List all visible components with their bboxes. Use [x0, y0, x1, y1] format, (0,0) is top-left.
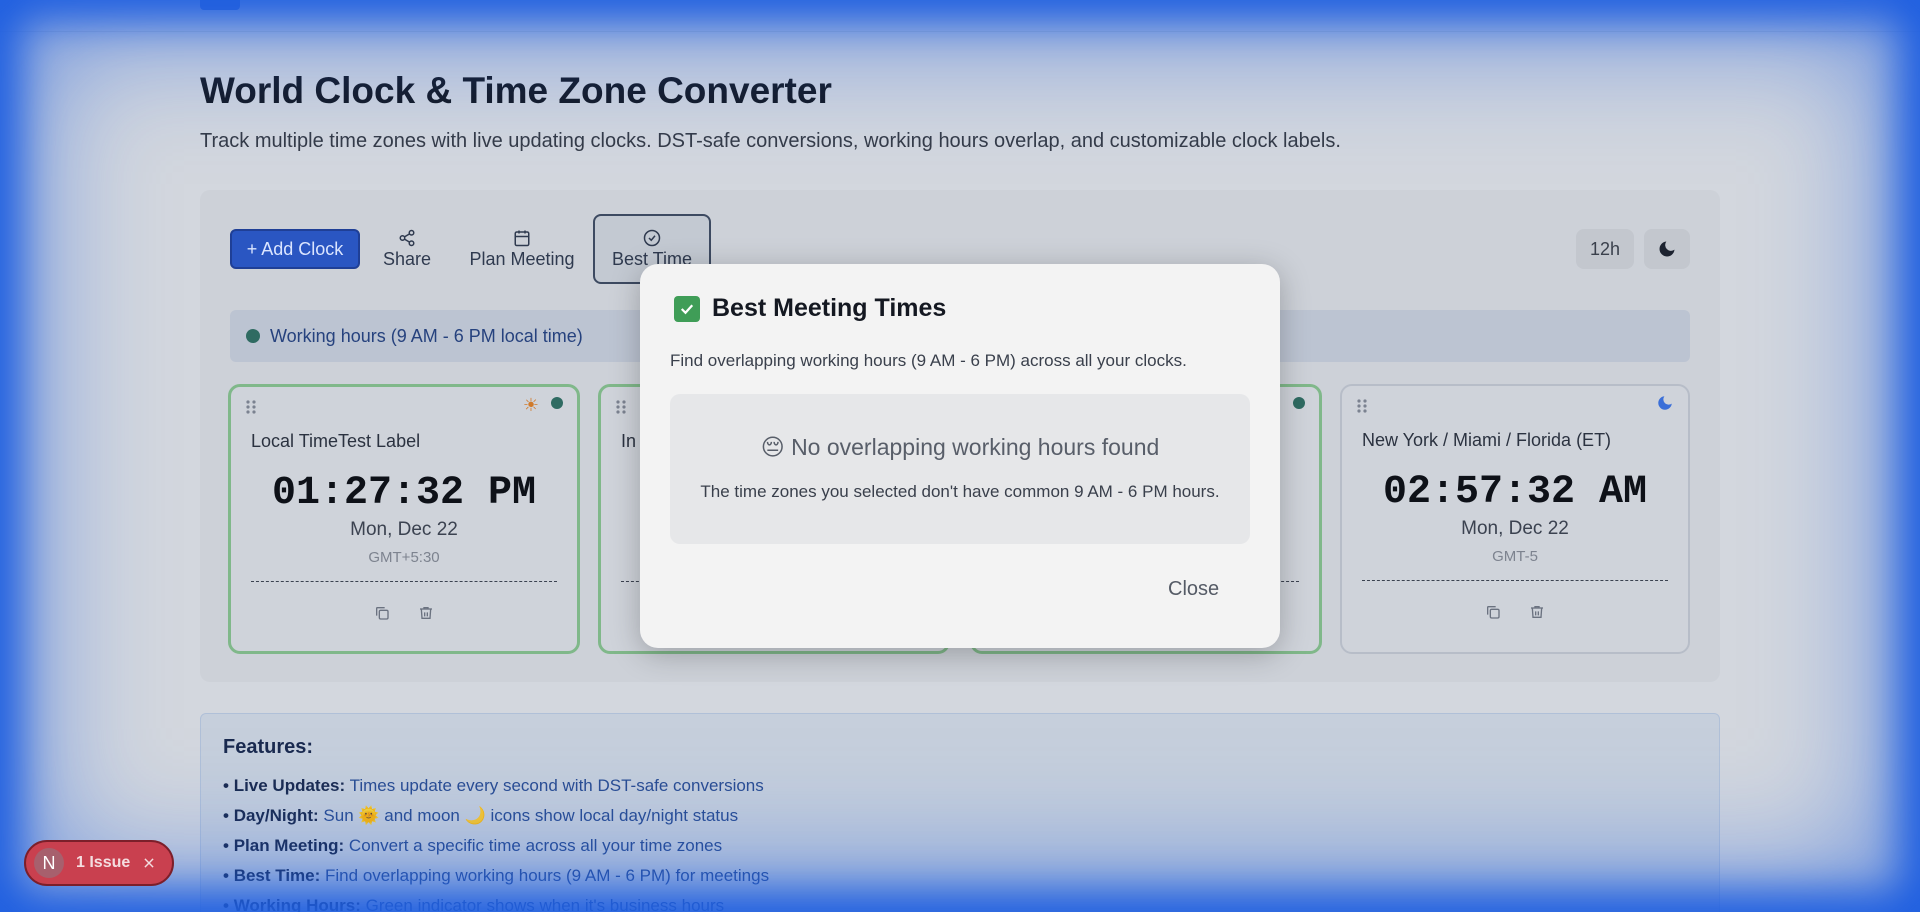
- empty-state: 😔 No overlapping working hours found The…: [670, 394, 1250, 544]
- clock-card[interactable]: ☀ Local TimeTest Label 01:27:32 PM Mon, …: [228, 384, 580, 654]
- clock-label: New York / Miami / Florida (ET): [1362, 430, 1612, 450]
- feature-text: Sun 🌞 and moon 🌙 icons show local day/ni…: [318, 806, 739, 825]
- working-status-dot: [1293, 397, 1305, 409]
- sun-icon: ☀: [522, 395, 539, 415]
- drag-handle-icon[interactable]: [1356, 398, 1368, 414]
- feature-item: • Live Updates: Times update every secon…: [223, 776, 764, 795]
- clock-date: Mon, Dec 22: [350, 519, 458, 540]
- dialog-header: Best Meeting Times: [674, 294, 946, 323]
- dialog-title: Best Meeting Times: [712, 294, 947, 322]
- working-hours-text: Working hours (9 AM - 6 PM local time): [270, 325, 583, 346]
- plan-meeting-label: Plan Meeting: [469, 248, 575, 269]
- feature-item: • Day/Night: Sun 🌞 and moon 🌙 icons show…: [223, 806, 739, 825]
- check-circle-icon: [643, 229, 661, 246]
- features-box: Features: • Live Updates: Times update e…: [200, 713, 1720, 912]
- feature-text: Find overlapping working hours (9 AM - 6…: [320, 866, 770, 885]
- trash-icon[interactable]: [418, 605, 434, 621]
- feature-title: Plan Meeting:: [233, 836, 345, 855]
- card-actions: [231, 605, 577, 621]
- time-format-toggle[interactable]: 12h: [1576, 229, 1634, 269]
- dark-mode-toggle[interactable]: [1644, 229, 1690, 269]
- page-title: World Clock & Time Zone Converter: [200, 70, 832, 111]
- card-divider: [251, 581, 557, 582]
- feature-item: • Working Hours: Green indicator shows w…: [223, 891, 1697, 912]
- share-label: Share: [382, 248, 432, 269]
- feature-title: Live Updates:: [233, 776, 346, 795]
- issue-count: 1 Issue: [76, 854, 131, 871]
- clock-timezone: GMT-5: [1492, 548, 1538, 565]
- close-icon[interactable]: [142, 856, 156, 870]
- issue-badge[interactable]: N 1 Issue: [24, 840, 174, 886]
- drag-handle-icon[interactable]: [615, 399, 627, 415]
- dialog-description: Find overlapping working hours (9 AM - 6…: [670, 351, 1187, 370]
- feature-item: • Plan Meeting: Convert a specific time …: [223, 836, 723, 855]
- clock-label: In: [621, 431, 637, 451]
- n-badge-icon: N: [34, 848, 64, 878]
- card-divider: [1362, 580, 1668, 581]
- clock-time: 01:27:32 PM: [271, 471, 537, 516]
- feature-title: Working Hours:: [233, 896, 361, 912]
- calendar-icon: [514, 230, 530, 246]
- feature-item: • Best Time: Find overlapping working ho…: [223, 866, 770, 885]
- moon-icon: [1658, 396, 1672, 410]
- share-button[interactable]: Share: [380, 225, 434, 273]
- page: World Clock & Time Zone Converter Track …: [0, 0, 1920, 912]
- clock-card[interactable]: New York / Miami / Florida (ET) 02:57:32…: [1340, 384, 1690, 654]
- plan-meeting-button[interactable]: Plan Meeting: [468, 225, 576, 273]
- clock-date: Mon, Dec 22: [1461, 518, 1569, 539]
- best-meeting-times-dialog: Best Meeting Times Find overlapping work…: [640, 264, 1280, 648]
- working-hours-dot: [246, 329, 260, 343]
- moon-icon: [1659, 241, 1675, 257]
- clock-time: 02:57:32 AM: [1382, 470, 1648, 515]
- working-status-dot: [551, 397, 563, 409]
- feature-text: Green indicator shows when it's business…: [360, 896, 725, 912]
- copy-icon[interactable]: [374, 605, 390, 621]
- card-actions: [1342, 604, 1688, 620]
- trash-icon[interactable]: [1529, 604, 1545, 620]
- feature-text: Times update every second with DST-safe …: [345, 776, 764, 795]
- empty-state-subtitle: The time zones you selected don't have c…: [700, 482, 1220, 501]
- empty-state-title: 😔 No overlapping working hours found: [670, 434, 1250, 461]
- top-bar: [0, 0, 1920, 32]
- features-heading: Features:: [223, 736, 314, 758]
- add-clock-button[interactable]: + Add Clock: [230, 229, 360, 269]
- check-box-icon: [674, 295, 700, 322]
- clock-label: Local TimeTest Label: [251, 431, 421, 451]
- sad-face-icon: 😔: [760, 434, 785, 460]
- share-icon: [399, 229, 415, 246]
- feature-text: Convert a specific time across all your …: [344, 836, 723, 855]
- close-button[interactable]: Close: [1168, 578, 1219, 601]
- page-subtitle: Track multiple time zones with live upda…: [200, 130, 1341, 152]
- copy-icon[interactable]: [1485, 604, 1501, 620]
- top-logo[interactable]: [200, 0, 240, 10]
- feature-title: Best Time:: [233, 866, 321, 885]
- drag-handle-icon[interactable]: [245, 399, 257, 415]
- empty-state-title-text: No overlapping working hours found: [791, 434, 1160, 460]
- clock-timezone: GMT+5:30: [368, 549, 440, 566]
- feature-title: Day/Night:: [233, 806, 319, 825]
